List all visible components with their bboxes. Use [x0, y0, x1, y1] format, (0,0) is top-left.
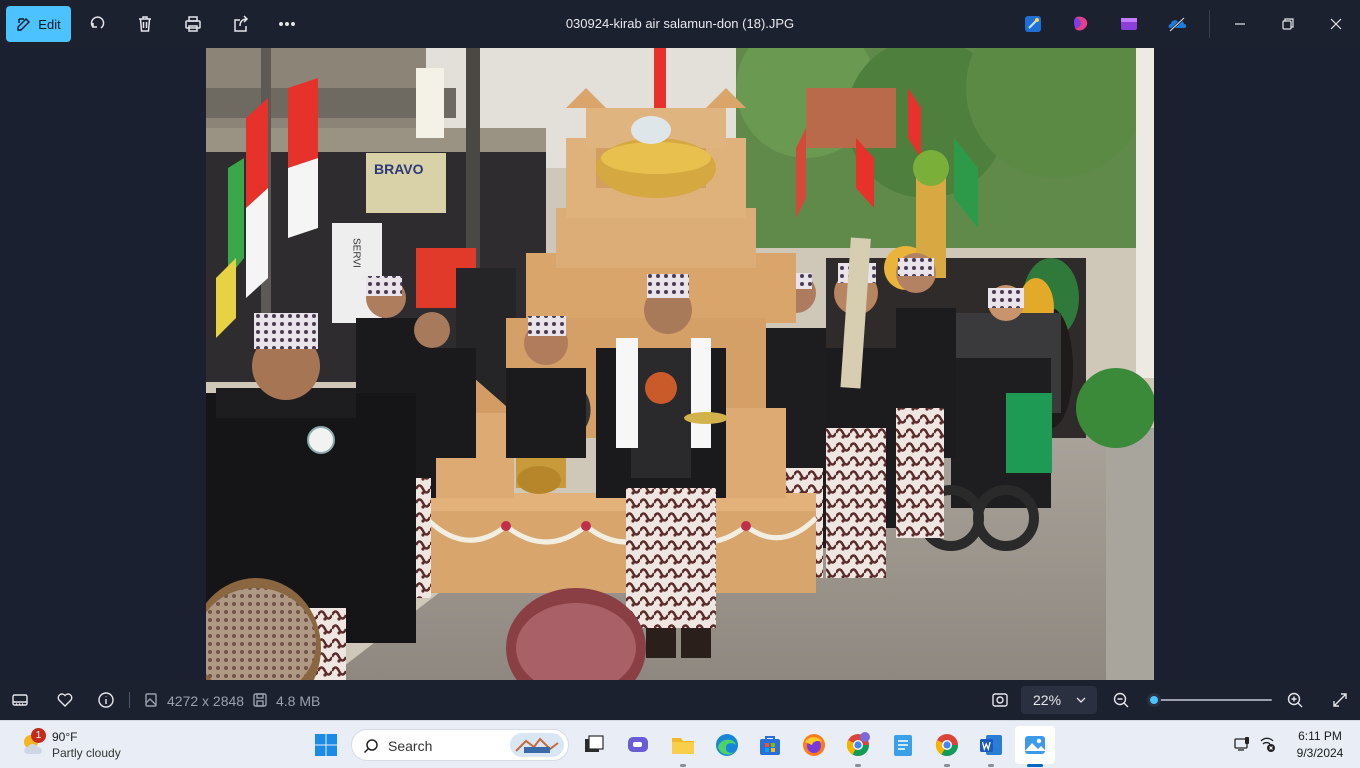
close-button[interactable]: [1324, 12, 1348, 36]
chevron-down-icon: [1076, 697, 1086, 703]
zoom-slider[interactable]: [1154, 699, 1272, 701]
favorite-button[interactable]: [55, 690, 75, 710]
filmstrip-button[interactable]: [10, 690, 30, 710]
save-disk-icon: [253, 693, 267, 707]
heart-icon: [57, 693, 73, 707]
file-name: 030924-kirab air salamun-don (18).JPG: [565, 16, 795, 31]
taskbar-search[interactable]: Search: [351, 729, 569, 761]
top-toolbar: Edit 030924-kirab air salamun-don (18).J…: [0, 0, 1360, 48]
zoom-in-icon: [1287, 692, 1303, 708]
print-icon: [185, 16, 201, 32]
search-highlight-icon: [510, 733, 564, 757]
word-icon[interactable]: [978, 732, 1004, 758]
file-size: 4.8 MB: [276, 693, 321, 709]
edit-label: Edit: [38, 16, 61, 32]
word-running-dot: [988, 764, 994, 767]
search-icon: [363, 739, 378, 754]
actual-size-button[interactable]: [990, 690, 1010, 710]
clock-time[interactable]: 6:11 PM: [1290, 729, 1350, 743]
actual-size-icon: [992, 693, 1008, 707]
info-bar: 4272 x 2848 4.8 MB 22%: [0, 680, 1360, 720]
restore-icon: [1282, 18, 1294, 30]
minimize-button[interactable]: [1228, 12, 1252, 36]
dimensions-icon-wrap: [141, 690, 161, 710]
dimensions-icon: [145, 693, 157, 707]
explorer-running-dot: [680, 764, 686, 767]
edge-icon[interactable]: [714, 732, 740, 758]
photo-viewport[interactable]: BRAVO SERVI: [206, 48, 1154, 680]
designer-icon[interactable]: [1022, 13, 1044, 35]
zoom-value: 22%: [1033, 692, 1062, 708]
filmstrip-icon: [12, 694, 28, 706]
more-icon: [279, 22, 295, 26]
rotate-button[interactable]: [85, 12, 109, 36]
print-button[interactable]: [181, 12, 205, 36]
chrome2-running-dot: [944, 764, 950, 767]
search-placeholder: Search: [388, 738, 433, 754]
restore-button[interactable]: [1276, 12, 1300, 36]
zoom-slider-thumb[interactable]: [1147, 693, 1161, 707]
weather-desc: Partly cloudy: [52, 746, 121, 760]
zoom-out-button[interactable]: [1111, 690, 1131, 710]
image-dimensions: 4272 x 2848: [167, 693, 245, 709]
file-explorer-icon[interactable]: [670, 732, 696, 758]
edit-button[interactable]: Edit: [6, 6, 71, 42]
share-icon: [234, 15, 249, 32]
edit-icon: [17, 18, 31, 31]
weather-temp: 90°F: [52, 730, 78, 744]
chrome-icon[interactable]: [934, 732, 960, 758]
info-icon: [98, 692, 114, 708]
delete-icon: [139, 16, 151, 32]
info-button[interactable]: [96, 690, 116, 710]
fullscreen-icon: [1333, 693, 1347, 707]
filesize-icon-wrap: [250, 690, 270, 710]
zoom-out-icon: [1113, 692, 1129, 708]
video-editor-icon[interactable]: [1118, 13, 1140, 35]
shop-sign-text: BRAVO: [374, 161, 424, 177]
microsoft-store-icon[interactable]: [757, 732, 783, 758]
task-view-icon[interactable]: [581, 732, 607, 758]
info-divider: [129, 692, 130, 708]
photos-icon[interactable]: [1022, 732, 1048, 758]
zoom-dropdown[interactable]: 22%: [1021, 686, 1097, 714]
close-icon: [1330, 18, 1342, 30]
no-internet-icon[interactable]: [1258, 735, 1276, 753]
parade-photo: BRAVO SERVI: [206, 48, 1154, 680]
zoom-in-button[interactable]: [1285, 690, 1305, 710]
toolbar-divider: [1209, 10, 1210, 38]
chrome-profile-icon[interactable]: [845, 732, 871, 758]
share-button[interactable]: [229, 12, 253, 36]
device-icon[interactable]: [1233, 735, 1251, 753]
clock-date[interactable]: 9/3/2024: [1285, 746, 1355, 760]
rotate-icon: [90, 16, 105, 29]
minimize-icon: [1235, 23, 1245, 25]
teams-chat-icon[interactable]: [625, 732, 651, 758]
firefox-icon[interactable]: [801, 732, 827, 758]
taskbar: 1 90°F Partly cloudy Search 6:11 PM 9/3/…: [0, 720, 1360, 768]
photos-active-indicator: [1027, 764, 1043, 767]
weather-badge: 1: [31, 728, 46, 743]
fullscreen-button[interactable]: [1330, 690, 1350, 710]
chrome-running-dot: [855, 764, 861, 767]
start-icon[interactable]: [314, 733, 338, 757]
clipchamp-icon[interactable]: [1070, 13, 1092, 35]
notepad-icon[interactable]: [890, 732, 916, 758]
delete-button[interactable]: [133, 12, 157, 36]
more-button[interactable]: [275, 12, 299, 36]
vertical-sign-text: SERVI: [351, 238, 362, 268]
onedrive-icon[interactable]: [1166, 13, 1188, 35]
